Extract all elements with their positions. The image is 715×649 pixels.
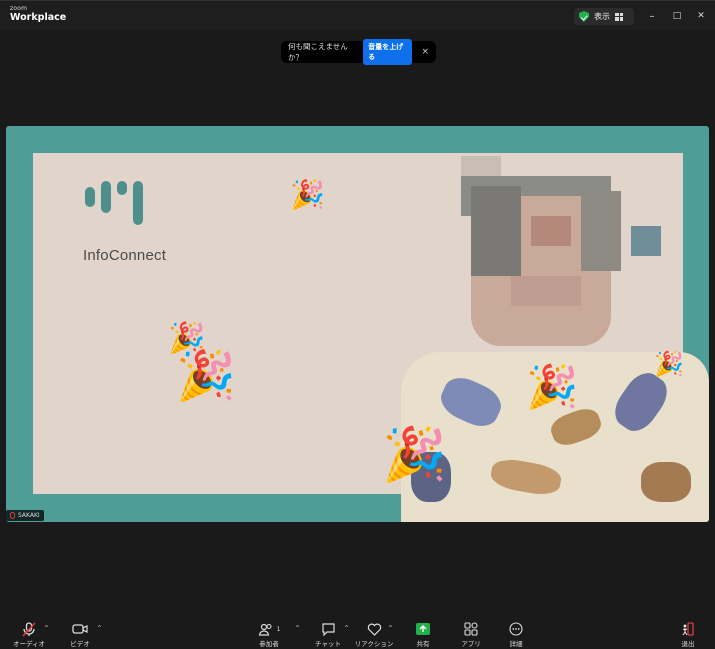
raise-volume-button[interactable]: 音量を上げる — [363, 39, 413, 65]
participants-caret-icon[interactable]: ^ — [295, 625, 300, 632]
close-button[interactable]: ✕ — [694, 9, 708, 23]
reactions-label: リアクション — [354, 640, 394, 648]
participant-name: SAKAKI — [18, 512, 40, 519]
apps-icon — [464, 622, 478, 636]
audio-button[interactable]: オーディオ — [9, 621, 49, 648]
leave-icon — [681, 622, 695, 636]
video-label: ビデオ — [70, 640, 90, 648]
party-popper-icon: 🎉 — [382, 425, 447, 485]
party-popper-icon: 🎉 — [526, 362, 579, 411]
audio-caret-icon[interactable]: ^ — [44, 625, 49, 632]
party-popper-icon: 🎉 — [176, 348, 236, 404]
logo-big-text: Workplace — [10, 12, 67, 23]
apps-button[interactable]: アプリ — [451, 622, 491, 648]
chat-icon — [321, 622, 336, 636]
apps-label: アプリ — [461, 640, 481, 648]
audio-notice: 何も聞こえませんか？ 音量を上げる × — [281, 39, 436, 65]
participant-video — [401, 156, 709, 522]
heart-icon — [367, 622, 382, 636]
grid-icon — [615, 12, 623, 21]
maximize-button[interactable]: □ — [670, 9, 684, 23]
minimize-button[interactable]: – — [645, 9, 659, 23]
more-icon — [509, 622, 523, 636]
share-button[interactable]: 共有 — [403, 622, 443, 648]
leave-label: 退出 — [681, 640, 695, 648]
party-popper-icon: 🎉 — [290, 178, 325, 211]
notice-close-button[interactable]: × — [421, 47, 429, 57]
mic-off-icon — [21, 621, 37, 637]
party-popper-icon: 🎉 — [654, 350, 684, 378]
share-screen-icon — [416, 622, 430, 636]
participants-count: 1 — [276, 625, 281, 633]
chat-label: チャット — [315, 640, 341, 648]
share-label: 共有 — [416, 640, 430, 648]
more-label: 詳細 — [509, 640, 523, 648]
more-button[interactable]: 詳細 — [496, 622, 536, 648]
participant-name-tag: SAKAKI — [6, 510, 44, 521]
view-button[interactable]: 表示 — [574, 8, 634, 25]
participants-label: 参加者 — [259, 640, 279, 648]
participants-button[interactable]: 1 参加者 — [249, 622, 289, 648]
title-bar: zoom Workplace 表示 – □ ✕ — [0, 0, 715, 30]
shield-icon — [579, 11, 589, 22]
video-stage: InfoConnect 🎉 🎉 🎉 🎉 🎉 🎉 — [6, 126, 709, 522]
video-button[interactable]: ビデオ — [60, 622, 100, 648]
meeting-toolbar: オーディオ ^ ビデオ ^ 1 参加者 ^ チャット ^ リアクション ^ 共有 — [0, 617, 715, 649]
leave-button[interactable]: 退出 — [668, 622, 708, 648]
zoom-logo: zoom Workplace — [10, 6, 66, 23]
infoconnect-mark-icon — [85, 181, 166, 239]
chat-caret-icon[interactable]: ^ — [344, 625, 349, 632]
video-caret-icon[interactable]: ^ — [97, 625, 102, 632]
chat-button[interactable]: チャット — [308, 622, 348, 648]
infoconnect-logo: InfoConnect — [83, 181, 166, 264]
slide-brand-text: InfoConnect — [83, 247, 167, 264]
mic-muted-icon — [10, 512, 15, 519]
reactions-caret-icon[interactable]: ^ — [388, 625, 393, 632]
view-label: 表示 — [594, 12, 610, 21]
video-camera-icon — [72, 622, 88, 636]
notice-text: 何も聞こえませんか？ — [288, 42, 348, 62]
participants-icon: 1 — [258, 622, 281, 636]
audio-label: オーディオ — [12, 640, 46, 648]
